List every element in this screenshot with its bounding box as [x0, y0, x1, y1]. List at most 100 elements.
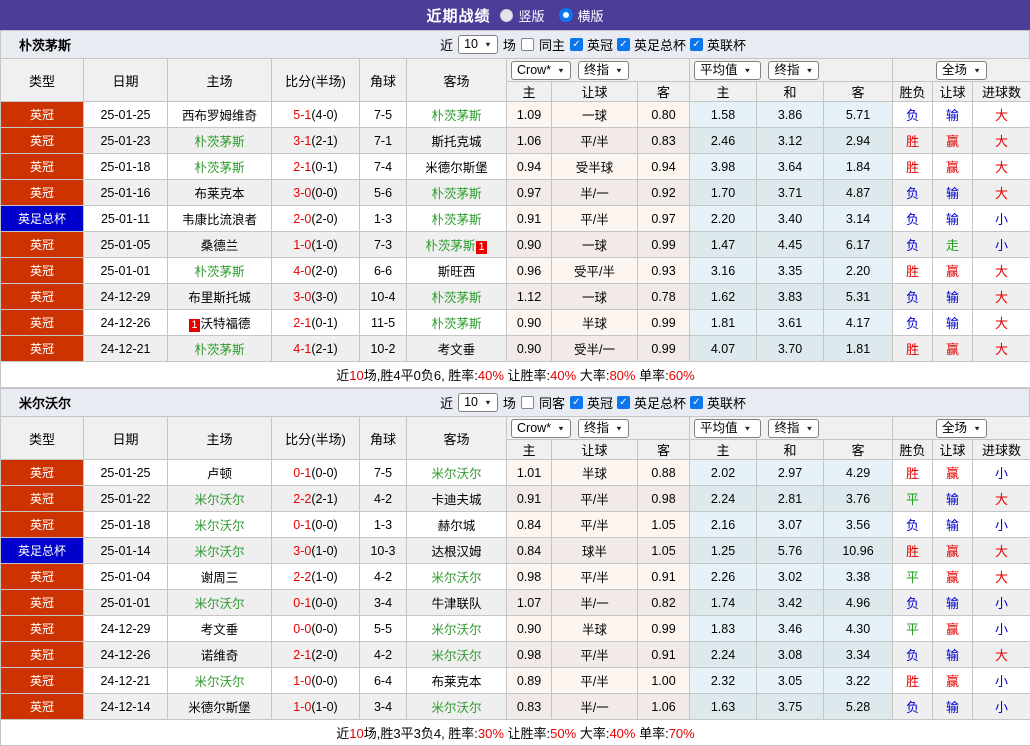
match-row: 英冠25-01-05桑德兰1-0(1-0)7-3朴茨茅斯10.90一球0.991… [1, 232, 1030, 258]
competition-checkbox-facup[interactable] [617, 396, 630, 409]
score: 0-0(0-0) [272, 616, 360, 642]
odds-away: 1.00 [638, 668, 690, 694]
index-type-select[interactable]: 终指 [578, 419, 629, 438]
odds-home: 0.90 [507, 616, 552, 642]
odds-home: 0.89 [507, 668, 552, 694]
sub-header-avg-away: 客 [824, 82, 893, 102]
avg-home: 2.46 [690, 128, 757, 154]
match-row: 英冠24-12-21朴茨茅斯4-1(2-1)10-2考文垂0.90受半/一0.9… [1, 336, 1030, 362]
avg-away: 4.96 [824, 590, 893, 616]
avg-home: 3.98 [690, 154, 757, 180]
average-select[interactable]: 平均值 [694, 419, 761, 438]
vertical-layout-option[interactable]: 竖版 [500, 6, 544, 25]
team-label: 诺维奇 [201, 649, 239, 663]
home-team: 桑德兰 [168, 232, 272, 258]
competition-badge: 英冠 [1, 564, 84, 590]
home-team: 朴茨茅斯 [168, 258, 272, 284]
competition-checkbox-eflcup[interactable] [690, 396, 703, 409]
fulltime-select[interactable]: 全场 [936, 61, 987, 80]
index-type-select[interactable]: 终指 [578, 61, 629, 80]
index-type-value: 终指 [584, 421, 609, 436]
avg-draw: 4.45 [757, 232, 824, 258]
match-date: 25-01-11 [84, 206, 168, 232]
bookmaker-select[interactable]: Crow* [511, 61, 571, 80]
avg-home: 2.20 [690, 206, 757, 232]
average-select[interactable]: 平均值 [694, 61, 761, 80]
index-type-select-2[interactable]: 终指 [768, 419, 819, 438]
avg-away: 3.38 [824, 564, 893, 590]
competition-checkbox-league[interactable] [570, 396, 583, 409]
recent-count-select[interactable]: 10 [458, 393, 498, 412]
same-side-checkbox[interactable] [521, 396, 534, 409]
odds-handicap: 半球 [552, 616, 638, 642]
competition-badge: 英冠 [1, 310, 84, 336]
avg-draw: 2.81 [757, 486, 824, 512]
avg-home: 1.62 [690, 284, 757, 310]
index-type-value-2: 终指 [774, 421, 799, 436]
avg-home: 4.07 [690, 336, 757, 362]
recent-count-select[interactable]: 10 [458, 35, 498, 54]
home-team: 布莱克本 [168, 180, 272, 206]
filter-bar: 朴茨茅斯 近 10 场 同主 英冠 英足总杯 英联杯 [0, 30, 1030, 58]
radio-icon[interactable] [559, 8, 573, 22]
fulltime-select[interactable]: 全场 [936, 419, 987, 438]
result-handicap: 赢 [933, 616, 973, 642]
match-row: 英冠25-01-16布莱克本3-0(0-0)5-6朴茨茅斯0.97半/一0.92… [1, 180, 1030, 206]
same-side-checkbox[interactable] [521, 38, 534, 51]
result-winloss: 负 [893, 232, 933, 258]
competition-label: 英足总杯 [634, 35, 686, 54]
away-team: 牛津联队 [407, 590, 507, 616]
halftime-score: (0-0) [311, 518, 337, 532]
corners: 7-3 [360, 232, 407, 258]
col-header-home: 主场 [168, 417, 272, 460]
fulltime-score: 3-0 [293, 544, 311, 558]
sub-header-handicap-result: 让球 [933, 82, 973, 102]
result-winloss: 胜 [893, 460, 933, 486]
odds-handicap: 平/半 [552, 668, 638, 694]
radio-icon[interactable] [500, 9, 513, 22]
odds-home: 1.07 [507, 590, 552, 616]
odds-handicap: 半/一 [552, 694, 638, 720]
home-team: 韦康比流浪者 [168, 206, 272, 232]
competition-checkbox-facup[interactable] [617, 38, 630, 51]
corners: 7-5 [360, 460, 407, 486]
score: 2-1(0-1) [272, 154, 360, 180]
top-bar: 近期战绩 竖版 横版 [0, 0, 1030, 30]
score: 3-0(1-0) [272, 538, 360, 564]
result-winloss: 胜 [893, 258, 933, 284]
summary-segment: 40% [550, 368, 576, 383]
bookmaker-select[interactable]: Crow* [511, 419, 571, 438]
competition-checkbox-eflcup[interactable] [690, 38, 703, 51]
index-type-select-2[interactable]: 终指 [768, 61, 819, 80]
sub-header-avg-home: 主 [690, 82, 757, 102]
team-label: 斯托克城 [431, 135, 481, 149]
result-handicap: 赢 [933, 460, 973, 486]
corners: 1-3 [360, 512, 407, 538]
fulltime-score: 4-1 [293, 342, 311, 356]
result-winloss: 负 [893, 694, 933, 720]
result-handicap: 走 [933, 232, 973, 258]
summary-segment: 近 [336, 368, 349, 383]
avg-home: 1.83 [690, 616, 757, 642]
competition-badge: 英冠 [1, 284, 84, 310]
horizontal-layout-option[interactable]: 横版 [559, 6, 604, 25]
result-handicap: 赢 [933, 336, 973, 362]
halftime-score: (2-1) [311, 492, 337, 506]
score: 2-2(2-1) [272, 486, 360, 512]
odds-handicap: 受半/一 [552, 336, 638, 362]
result-winloss: 胜 [893, 154, 933, 180]
competition-badge: 英冠 [1, 694, 84, 720]
bookmaker-group-header: Crow* 终指 [507, 59, 690, 82]
col-header-away: 客场 [407, 417, 507, 460]
away-team: 考文垂 [407, 336, 507, 362]
match-row: 英冠25-01-22米尔沃尔2-2(2-1)4-2卡迪夫城0.91平/半0.98… [1, 486, 1030, 512]
summary-segment: 60% [669, 368, 695, 383]
result-goals: 大 [973, 258, 1030, 284]
competition-label: 英冠 [587, 35, 613, 54]
odds-home: 0.90 [507, 336, 552, 362]
odds-away: 0.83 [638, 128, 690, 154]
away-team: 朴茨茅斯 [407, 180, 507, 206]
team-label: 谢周三 [201, 571, 239, 585]
competition-checkbox-league[interactable] [570, 38, 583, 51]
matches-label: 场 [503, 393, 516, 412]
